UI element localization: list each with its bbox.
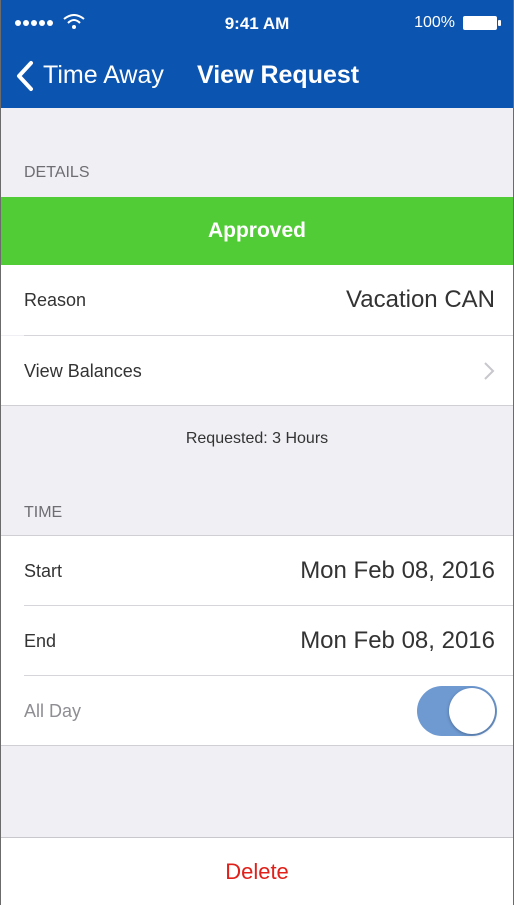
status-bar: 9:41 AM 100% bbox=[1, 0, 513, 40]
chevron-right-icon bbox=[484, 362, 495, 380]
battery-icon bbox=[463, 16, 501, 32]
back-button[interactable]: Time Away bbox=[43, 61, 164, 90]
end-row[interactable]: End Mon Feb 08, 2016 bbox=[1, 606, 513, 676]
start-label: Start bbox=[24, 560, 63, 581]
all-day-label: All Day bbox=[24, 700, 82, 721]
bottom-action-bar: Delete bbox=[1, 837, 513, 905]
view-balances-row[interactable]: View Balances bbox=[1, 336, 513, 406]
all-day-toggle[interactable] bbox=[417, 686, 497, 736]
chevron-left-icon[interactable] bbox=[15, 60, 35, 92]
start-date-value: Mon Feb 08, 2016 bbox=[300, 557, 495, 584]
all-day-row: All Day bbox=[1, 676, 513, 746]
reason-row: Reason Vacation CAN bbox=[1, 265, 513, 335]
requested-hours: Requested: 3 Hours bbox=[185, 430, 329, 447]
battery-percent: 100% bbox=[414, 14, 455, 31]
reason-label: Reason bbox=[24, 289, 87, 310]
details-section-header: DETAILS bbox=[24, 164, 90, 181]
divider bbox=[1, 405, 513, 406]
time-section-header: TIME bbox=[24, 504, 63, 521]
end-label: End bbox=[24, 630, 57, 651]
header: 9:41 AM 100% Time Away View Request bbox=[1, 0, 513, 108]
end-date-value: Mon Feb 08, 2016 bbox=[300, 627, 495, 654]
start-row[interactable]: Start Mon Feb 08, 2016 bbox=[1, 536, 513, 606]
view-balances-label: View Balances bbox=[24, 360, 142, 381]
page-title: View Request bbox=[197, 61, 360, 89]
status-badge: Approved bbox=[1, 197, 513, 265]
delete-button[interactable]: Delete bbox=[1, 838, 513, 905]
nav-bar: Time Away View Request bbox=[1, 56, 513, 96]
app-screen: 9:41 AM 100% Time Away View Request DETA… bbox=[0, 0, 514, 905]
divider bbox=[1, 745, 513, 746]
reason-value: Vacation CAN bbox=[346, 286, 495, 313]
